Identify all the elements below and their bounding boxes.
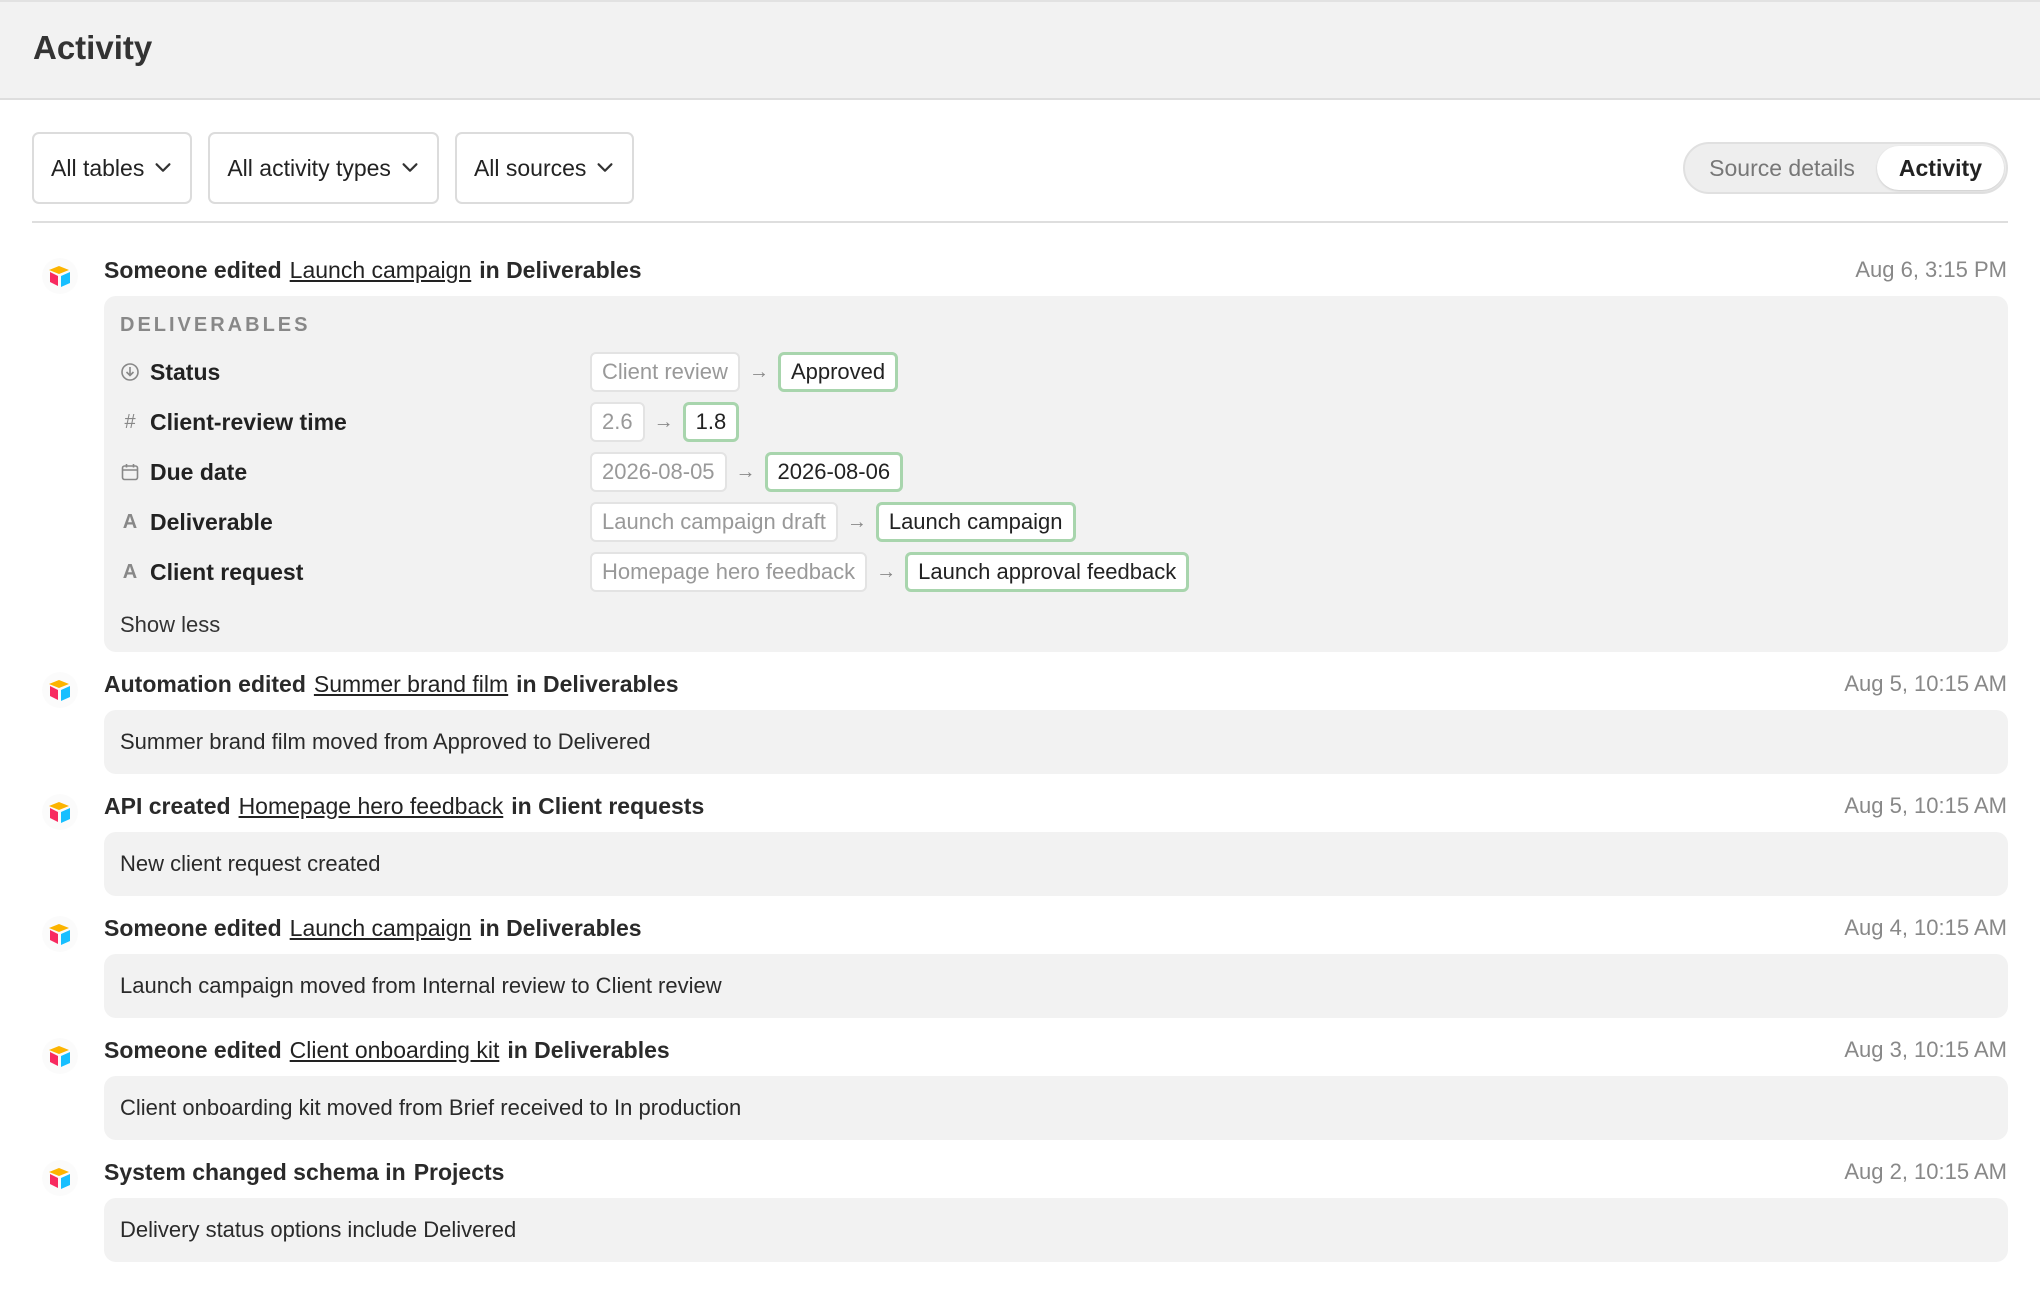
entry-summary: New client request created xyxy=(120,851,381,876)
field-change-row: A Deliverable Launch campaign draft → La… xyxy=(120,502,1990,542)
entry-summary: Client onboarding kit moved from Brief r… xyxy=(120,1095,742,1120)
record-link[interactable]: Homepage hero feedback xyxy=(239,793,504,820)
show-less-link[interactable]: Show less xyxy=(120,612,220,638)
new-value: 1.8 xyxy=(682,402,740,442)
entry-timestamp: Aug 2, 10:15 AM xyxy=(1844,1159,2007,1184)
entry-title: Someone edited Launch campaign in Delive… xyxy=(104,254,642,286)
value-change: Launch campaign draft → Launch campaign xyxy=(590,502,1076,542)
entry-title: Automation edited Summer brand film in D… xyxy=(104,668,679,700)
filter-tables-dropdown[interactable]: All tables xyxy=(32,132,193,204)
value-change: Client review → Approved xyxy=(590,352,899,392)
entry-summary-panel: Client onboarding kit moved from Brief r… xyxy=(104,1076,2008,1140)
new-value: 2026-08-06 xyxy=(764,452,904,492)
entry-summary-panel: Summer brand film moved from Approved to… xyxy=(104,710,2008,774)
entry-summary-panel: Delivery status options include Delivere… xyxy=(104,1198,2008,1262)
value-change: Homepage hero feedback → Launch approval… xyxy=(590,552,1190,592)
calendar-icon xyxy=(121,464,139,481)
airtable-logo-icon xyxy=(42,1038,78,1074)
filter-label: All tables xyxy=(51,154,145,181)
change-details-panel: DELIVERABLES Status Client review → Appr… xyxy=(104,296,2008,652)
text-icon: A xyxy=(122,510,138,533)
arrow-right-icon: → xyxy=(735,460,756,483)
record-link[interactable]: Launch campaign xyxy=(290,257,472,284)
arrow-right-icon: → xyxy=(876,560,897,583)
entry-title: Someone edited Launch campaign in Delive… xyxy=(104,912,642,944)
chevron-down-icon xyxy=(597,163,613,172)
new-value: Launch approval feedback xyxy=(905,552,1190,592)
chevron-down-icon xyxy=(155,163,171,172)
airtable-logo-icon xyxy=(42,672,78,708)
filter-label: All sources xyxy=(473,154,587,181)
text-icon: A xyxy=(122,560,138,583)
entry-summary: Delivery status options include Delivere… xyxy=(120,1217,517,1242)
filter-bar: All tables All activity types All source… xyxy=(32,132,635,204)
arrow-right-icon: → xyxy=(846,510,867,533)
field-name: Status xyxy=(150,358,221,385)
chevron-down-icon xyxy=(402,163,418,172)
old-value: 2.6 xyxy=(590,402,645,442)
entry-actor: Someone edited xyxy=(104,1036,282,1063)
arrow-right-icon: → xyxy=(748,360,769,383)
new-value: Launch campaign xyxy=(875,502,1076,542)
new-value: Approved xyxy=(777,352,899,392)
entry-actor: System changed schema in xyxy=(104,1158,406,1185)
field-change-row: A Client request Homepage hero feedback … xyxy=(120,552,1990,592)
view-toggle: Source details Activity xyxy=(1683,142,2008,194)
entry-actor: Automation edited xyxy=(104,670,306,697)
record-link[interactable]: Summer brand film xyxy=(314,671,508,698)
status-icon xyxy=(121,363,139,381)
entry-table: in Client requests xyxy=(511,792,705,819)
entry-timestamp: Aug 4, 10:15 AM xyxy=(1844,915,2007,940)
entry-actor: Someone edited xyxy=(104,256,282,283)
entry-timestamp: Aug 5, 10:15 AM xyxy=(1844,793,2007,818)
record-link[interactable]: Client onboarding kit xyxy=(290,1037,500,1064)
value-change: 2.6 → 1.8 xyxy=(590,402,740,442)
old-value: Launch campaign draft xyxy=(590,502,838,542)
divider xyxy=(32,221,2008,223)
entry-summary-panel: Launch campaign moved from Internal revi… xyxy=(104,954,2008,1018)
entry-title: Someone edited Client onboarding kit in … xyxy=(104,1034,670,1066)
entry-timestamp: Aug 5, 10:15 AM xyxy=(1844,671,2007,696)
airtable-logo-icon xyxy=(42,794,78,830)
airtable-logo-icon xyxy=(42,258,78,294)
field-change-row: Due date 2026-08-05 → 2026-08-06 xyxy=(120,452,1990,492)
arrow-right-icon: → xyxy=(653,410,674,433)
entry-summary-panel: New client request created xyxy=(104,832,2008,896)
entry-table: in Deliverables xyxy=(507,1036,670,1063)
entry-table: in Deliverables xyxy=(516,670,679,697)
old-value: 2026-08-05 xyxy=(590,452,727,492)
entry-summary: Launch campaign moved from Internal revi… xyxy=(120,973,722,998)
number-icon: # xyxy=(124,410,136,433)
section-heading: DELIVERABLES xyxy=(120,314,311,336)
field-change-row: Status Client review → Approved xyxy=(120,352,1990,392)
filter-sources-dropdown[interactable]: All sources xyxy=(454,132,635,204)
entry-summary: Summer brand film moved from Approved to… xyxy=(120,729,651,754)
page-title: Activity xyxy=(33,29,153,66)
old-value: Client review xyxy=(590,352,740,392)
entry-actor: API created xyxy=(104,792,231,819)
entry-title: System changed schema in Projects xyxy=(104,1156,504,1188)
tab-source-details[interactable]: Source details xyxy=(1687,146,1877,190)
field-name: Deliverable xyxy=(150,508,273,535)
entry-title: API created Homepage hero feedback in Cl… xyxy=(104,790,704,822)
airtable-logo-icon xyxy=(42,1160,78,1196)
value-change: 2026-08-05 → 2026-08-06 xyxy=(590,452,904,492)
entry-timestamp: Aug 3, 10:15 AM xyxy=(1844,1037,2007,1062)
page-header: Activity xyxy=(0,0,2040,100)
field-name: Client-review time xyxy=(150,408,347,435)
entry-actor: Someone edited xyxy=(104,914,282,941)
field-name: Client request xyxy=(150,558,304,585)
tab-activity[interactable]: Activity xyxy=(1876,146,2004,190)
entry-table: in Deliverables xyxy=(479,256,642,283)
record-link[interactable]: Launch campaign xyxy=(290,915,472,942)
old-value: Homepage hero feedback xyxy=(590,552,868,592)
entry-timestamp: Aug 6, 3:15 PM xyxy=(1855,257,2007,282)
filter-activity-types-dropdown[interactable]: All activity types xyxy=(208,132,439,204)
field-change-row: # Client-review time 2.6 → 1.8 xyxy=(120,402,1990,442)
filter-label: All activity types xyxy=(227,154,391,181)
entry-table: Projects xyxy=(413,1158,505,1185)
entry-table: in Deliverables xyxy=(479,914,642,941)
airtable-logo-icon xyxy=(42,916,78,952)
field-name: Due date xyxy=(150,458,248,485)
